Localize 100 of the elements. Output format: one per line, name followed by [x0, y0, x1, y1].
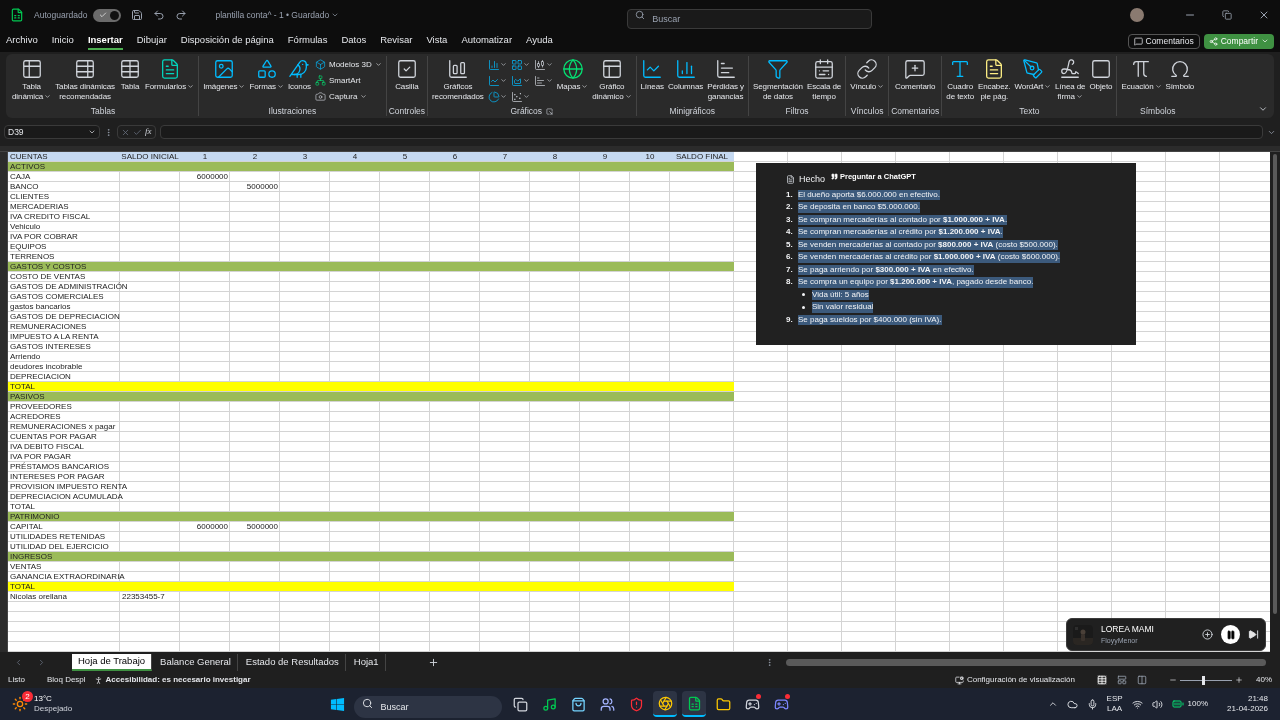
- menu-tab[interactable]: Vista: [426, 32, 448, 50]
- add-sheet-icon[interactable]: [427, 656, 439, 668]
- ribbon-button[interactable]: Casilla: [393, 56, 421, 93]
- document-title[interactable]: plantilla conta^ - 1 • Guardado: [215, 8, 330, 22]
- list-item-text: El dueño aporta $6.000.000 en efectivo.: [798, 189, 940, 200]
- language-code[interactable]: ESP: [1106, 694, 1123, 704]
- menu-tab[interactable]: Fórmulas: [287, 32, 328, 50]
- ribbon-button[interactable]: Símbolo: [1163, 56, 1197, 93]
- menu-tab[interactable]: Revisar: [380, 32, 413, 50]
- search-icon: [635, 10, 646, 20]
- ribbon-button[interactable]: Columnas: [665, 56, 706, 93]
- menu-tab[interactable]: Inicio: [51, 32, 74, 50]
- vertical-scrollbar[interactable]: [1273, 154, 1277, 614]
- undo-icon[interactable]: [153, 9, 166, 21]
- clock-date[interactable]: 21-04-2026: [1227, 704, 1268, 714]
- menu-tab[interactable]: Automatizar: [461, 32, 513, 50]
- redo-icon[interactable]: [175, 9, 188, 21]
- ribbon-button[interactable]: Ecuación: [1119, 56, 1164, 93]
- avatar[interactable]: [1130, 8, 1144, 22]
- list-number: 1.: [786, 189, 794, 200]
- view-icon[interactable]: [1137, 675, 1147, 685]
- ribbon-button[interactable]: Tabla dinámica: [10, 56, 54, 103]
- bar-chart-icon: [533, 74, 546, 87]
- save-icon[interactable]: [131, 9, 144, 21]
- list-item-text: Vida útil: 5 años: [812, 289, 869, 300]
- clock-time[interactable]: 21:48: [1247, 694, 1268, 704]
- add-icon[interactable]: [1202, 629, 1213, 640]
- ribbon-button[interactable]: Imágenes: [201, 56, 248, 93]
- ribbon-button[interactable]: Escala de tiempo: [804, 56, 844, 103]
- people-icon: [599, 696, 615, 712]
- taskbar-app-button[interactable]: [682, 691, 707, 717]
- sheet-tab[interactable]: Hoja de Trabajo: [72, 653, 153, 671]
- ribbon-button[interactable]: Pérdidas y ganancias: [705, 56, 746, 103]
- sheet-tab[interactable]: Hoja1: [347, 653, 386, 671]
- horizontal-scrollbar[interactable]: [786, 658, 1266, 666]
- ribbon-button[interactable]: Gráfico dinámico: [590, 56, 634, 103]
- ribbon-button[interactable]: Formas: [247, 56, 286, 93]
- cloud-icon[interactable]: [1066, 698, 1078, 710]
- volume-icon[interactable]: [1151, 698, 1163, 710]
- close-icon[interactable]: [1258, 9, 1270, 21]
- weather-icon[interactable]: [12, 696, 28, 712]
- menu-tab[interactable]: Insertar: [87, 32, 123, 50]
- comments-button[interactable]: Comentarios: [1127, 33, 1200, 49]
- zoom-thumb[interactable]: [1202, 675, 1206, 685]
- ribbon-button[interactable]: Mapas: [554, 56, 591, 93]
- view-icon[interactable]: [1117, 675, 1127, 685]
- table-cell-text: TOTAL: [9, 582, 37, 591]
- zoom-out-icon[interactable]: [1169, 676, 1177, 684]
- battery-icon[interactable]: [1171, 698, 1184, 710]
- autosave-toggle[interactable]: [93, 8, 122, 22]
- menu-tab[interactable]: Disposición de página: [180, 32, 274, 50]
- chevron-up-icon[interactable]: [1047, 699, 1058, 709]
- menu-tab[interactable]: Archivo: [6, 32, 38, 50]
- ribbon-button[interactable]: Tabla: [117, 56, 143, 93]
- group-label: Gráficos: [510, 106, 543, 116]
- formula-field[interactable]: [159, 125, 1263, 139]
- chart-type-button[interactable]: [485, 89, 509, 104]
- menu-tab[interactable]: Ayuda: [526, 32, 553, 50]
- column-chart-icon: [487, 58, 500, 71]
- more-icon[interactable]: [765, 657, 774, 667]
- display-settings-link[interactable]: Configuración de visualización: [966, 674, 1075, 686]
- ribbon-button[interactable]: Cuadro de texto: [944, 56, 976, 103]
- insert-function-button[interactable]: fx: [145, 125, 152, 139]
- share-button[interactable]: Compartir: [1203, 33, 1274, 49]
- next-track-icon[interactable]: [1248, 629, 1259, 640]
- zoom-in-icon[interactable]: [1235, 676, 1243, 684]
- launcher-icon[interactable]: [546, 107, 554, 115]
- wifi-icon[interactable]: [1131, 698, 1143, 710]
- ribbon-button[interactable]: Línea de firma: [1053, 56, 1088, 103]
- more-icon[interactable]: [104, 127, 113, 137]
- ribbon-button[interactable]: Iconos: [286, 56, 313, 93]
- ribbon-button[interactable]: Comentario: [893, 56, 938, 93]
- ribbon-button[interactable]: SmartArt: [312, 73, 384, 88]
- ribbon-button[interactable]: Formularios: [143, 56, 197, 93]
- ribbon-button[interactable]: Modelos 3D: [312, 57, 384, 72]
- ribbon-button[interactable]: Segmentación de datos: [750, 56, 805, 103]
- accessibility-status[interactable]: Accesibilidad: es necesario investigar: [105, 674, 251, 686]
- ribbon-button[interactable]: Objeto: [1087, 56, 1115, 93]
- restore-icon[interactable]: [1222, 10, 1232, 20]
- play-pause-button[interactable]: [1221, 625, 1240, 644]
- ribbon-button[interactable]: Encabez. pie pág.: [976, 56, 1013, 103]
- temperature: 13°C: [34, 694, 53, 704]
- ribbon-button[interactable]: Gráficos recomendados: [430, 56, 486, 103]
- cancel-icon[interactable]: [121, 127, 130, 137]
- collapse-ribbon-icon[interactable]: [1258, 104, 1268, 114]
- ribbon-button[interactable]: Captura: [312, 89, 384, 104]
- microphone-icon[interactable]: [1086, 698, 1098, 710]
- ribbon-button[interactable]: Tablas dinámicas recomendadas: [53, 56, 117, 103]
- menu-tab[interactable]: Datos: [341, 32, 367, 50]
- search-field[interactable]: Buscar: [627, 9, 873, 29]
- keyboard-layout[interactable]: LAA: [1107, 704, 1123, 714]
- sheet-tab[interactable]: Balance General: [154, 653, 238, 671]
- ribbon-button[interactable]: WordArt: [1012, 56, 1054, 93]
- taskbar-search-field[interactable]: Buscar: [354, 696, 503, 718]
- name-box[interactable]: D39: [4, 125, 100, 139]
- menu-tab[interactable]: Dibujar: [136, 32, 167, 50]
- ribbon-button[interactable]: Líneas: [638, 56, 666, 93]
- taskbar-app-button[interactable]: [653, 691, 678, 717]
- ribbon-button[interactable]: Vínculo: [848, 56, 887, 93]
- sheet-tab[interactable]: Estado de Resultados: [239, 653, 346, 671]
